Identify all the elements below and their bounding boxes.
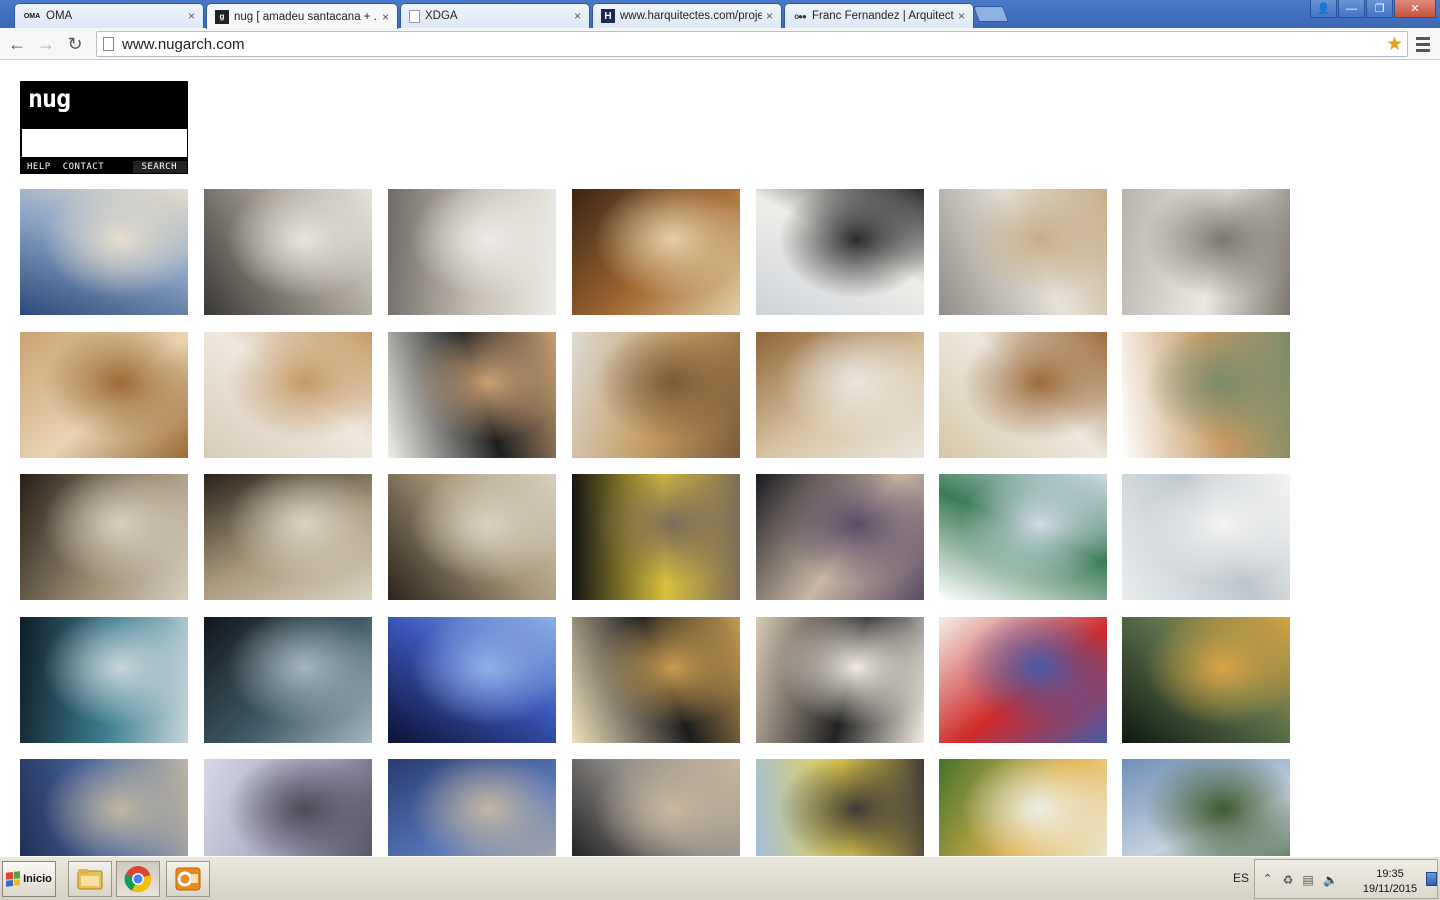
tab-oma[interactable]: OMA OMA × (14, 3, 204, 28)
outlook-icon (175, 867, 201, 891)
address-bar[interactable]: www.nugarch.com ★ (96, 31, 1408, 57)
tab-harquitectes[interactable]: H www.harquitectes.com/proje... × (592, 3, 782, 28)
nug-favicon-icon: g (215, 9, 229, 24)
site-header: nug HELP CONTACT SEARCH (20, 81, 188, 174)
tab-xdga[interactable]: XDGA × (400, 3, 590, 28)
show-desktop-button[interactable] (1426, 872, 1437, 886)
project-thumbnail[interactable] (20, 189, 188, 315)
url-text[interactable]: www.nugarch.com (122, 36, 1386, 53)
user-icon[interactable]: 👤 (1310, 0, 1337, 18)
page-icon (103, 37, 114, 51)
tab-title: XDGA (425, 10, 458, 22)
site-logo[interactable]: nug (28, 84, 71, 113)
project-thumbnail[interactable] (756, 474, 924, 600)
project-thumbnail[interactable] (1122, 332, 1290, 458)
project-thumbnail[interactable] (1122, 759, 1290, 856)
taskbar: Inicio ES ⌃ ♻ ▤ 🔈 19:35 19/11/2015 (0, 856, 1440, 900)
project-thumbnail[interactable] (388, 617, 556, 743)
project-thumbnail[interactable] (20, 617, 188, 743)
project-thumbnail[interactable] (939, 474, 1107, 600)
project-thumbnail[interactable] (204, 332, 372, 458)
project-thumbnail[interactable] (388, 474, 556, 600)
start-label: Inicio (23, 873, 52, 885)
chrome-button[interactable] (116, 861, 160, 897)
volume-icon[interactable]: 🔈 (1323, 873, 1338, 887)
clock-time[interactable]: 19:35 (1359, 868, 1421, 880)
project-thumbnail[interactable] (756, 189, 924, 315)
tab-title: nug [ amadeu santacana + ... (234, 10, 378, 23)
site-nav: HELP CONTACT SEARCH (21, 160, 187, 174)
oma-favicon-icon: OMA (23, 12, 41, 20)
project-thumbnail[interactable] (756, 617, 924, 743)
folder-icon (77, 869, 103, 890)
close-tab-icon[interactable]: × (188, 9, 195, 23)
tab-strip: OMA OMA × g nug [ amadeu santacana + ...… (0, 0, 1440, 29)
back-button[interactable]: ← (5, 32, 29, 56)
tab-title: www.harquitectes.com/proje... (620, 10, 762, 22)
windows-logo-icon (6, 871, 21, 887)
project-thumbnail[interactable] (1122, 189, 1290, 315)
project-thumbnail[interactable] (756, 332, 924, 458)
tab-franc-fernandez[interactable]: o●● Franc Fernandez | Arquitecto × (784, 3, 974, 28)
project-thumbnail[interactable] (388, 332, 556, 458)
close-tab-icon[interactable]: × (766, 9, 773, 23)
project-thumbnail[interactable] (20, 332, 188, 458)
project-thumbnail[interactable] (20, 759, 188, 856)
project-thumbnail[interactable] (204, 189, 372, 315)
project-thumbnail[interactable] (572, 332, 740, 458)
oo-favicon-icon: o●● (794, 11, 807, 21)
star-icon[interactable]: ★ (1386, 33, 1403, 56)
project-thumbnail[interactable] (572, 759, 740, 856)
tab-nug[interactable]: g nug [ amadeu santacana + ... × (206, 3, 398, 29)
clock-date[interactable]: 19/11/2015 (1355, 883, 1425, 895)
project-thumbnail[interactable] (572, 474, 740, 600)
project-thumbnail[interactable] (1122, 617, 1290, 743)
project-thumbnail[interactable] (20, 474, 188, 600)
project-thumbnail[interactable] (204, 474, 372, 600)
project-thumbnail[interactable] (756, 759, 924, 856)
tab-title: OMA (46, 10, 73, 22)
project-thumbnail[interactable] (388, 189, 556, 315)
search-button[interactable]: SEARCH (133, 161, 187, 173)
show-hidden-icons-icon[interactable]: ⌃ (1263, 872, 1272, 885)
h-favicon-icon: H (601, 9, 615, 23)
project-thumbnail[interactable] (204, 617, 372, 743)
reload-button[interactable]: ↻ (63, 32, 87, 56)
maximize-button[interactable]: ❐ (1366, 0, 1393, 18)
help-link[interactable]: HELP (27, 162, 51, 172)
project-thumbnail[interactable] (939, 189, 1107, 315)
close-tab-icon[interactable]: × (574, 9, 581, 23)
tab-title: Franc Fernandez | Arquitecto (812, 10, 954, 22)
project-thumbnail[interactable] (939, 759, 1107, 856)
project-thumbnail[interactable] (939, 617, 1107, 743)
outlook-button[interactable] (166, 861, 210, 897)
start-button[interactable]: Inicio (2, 861, 56, 897)
project-thumbnail[interactable] (388, 759, 556, 856)
project-thumbnail[interactable] (572, 617, 740, 743)
minimize-button[interactable]: — (1338, 0, 1365, 18)
network-icon[interactable]: ▤ (1301, 873, 1315, 887)
close-window-button[interactable]: ✕ (1394, 0, 1436, 18)
project-thumbnail[interactable] (1122, 474, 1290, 600)
close-tab-icon[interactable]: × (958, 9, 965, 23)
menu-icon[interactable] (1413, 34, 1433, 54)
language-indicator[interactable]: ES (1233, 871, 1249, 885)
project-thumbnail[interactable] (939, 332, 1107, 458)
close-tab-icon[interactable]: × (382, 10, 389, 24)
forward-button[interactable]: → (34, 32, 58, 56)
new-tab-button[interactable] (973, 6, 1009, 22)
sync-icon[interactable]: ♻ (1281, 873, 1295, 887)
project-thumbnail[interactable] (204, 759, 372, 856)
file-explorer-button[interactable] (68, 861, 112, 897)
project-thumbnail[interactable] (572, 189, 740, 315)
contact-link[interactable]: CONTACT (63, 162, 104, 172)
search-input[interactable] (22, 129, 187, 157)
page-favicon-icon (409, 9, 420, 23)
chrome-icon (124, 866, 151, 892)
system-tray: ⌃ ♻ ▤ 🔈 19:35 19/11/2015 (1254, 859, 1438, 899)
browser-toolbar: ← → ↻ www.nugarch.com ★ (0, 28, 1440, 60)
page-viewport: nug HELP CONTACT SEARCH (0, 61, 1440, 856)
